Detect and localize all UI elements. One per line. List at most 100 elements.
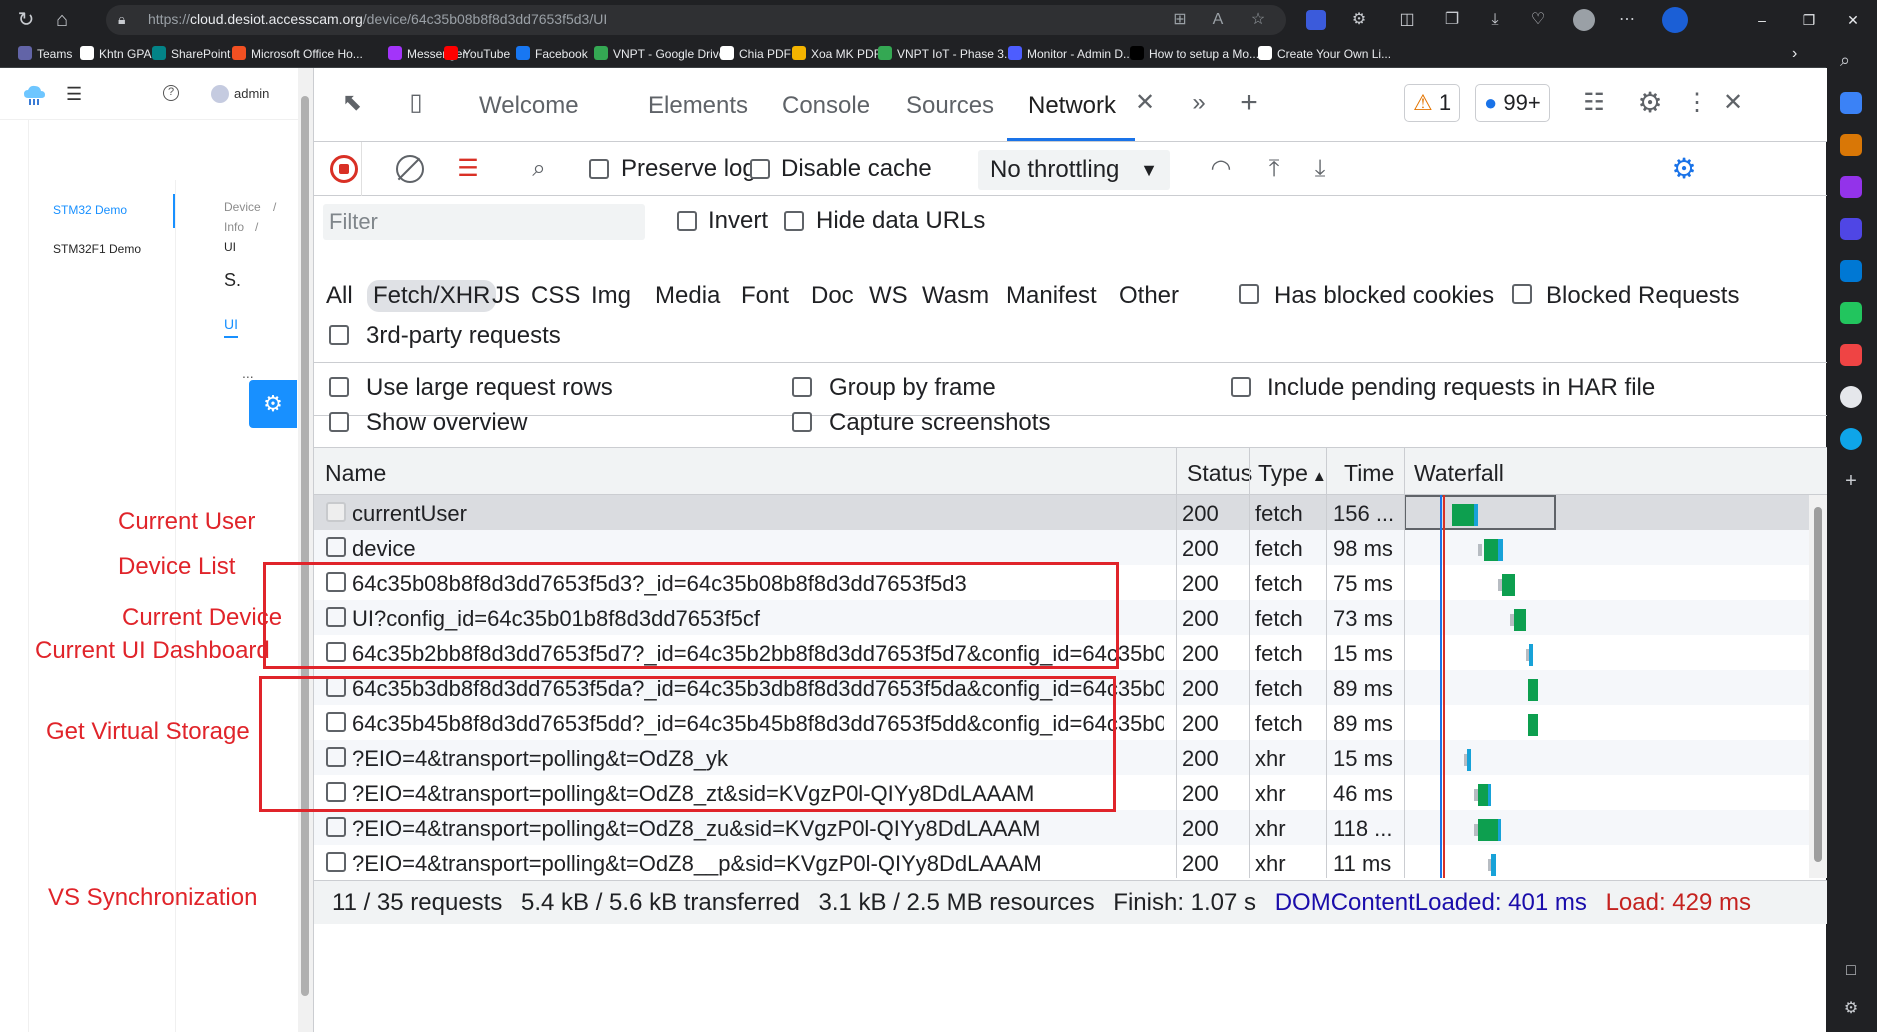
filter-type-doc[interactable]: Doc (811, 282, 854, 310)
user-name[interactable]: admin (234, 86, 269, 101)
bookmark-item[interactable]: How to setup a Mo... (1130, 45, 1259, 63)
downloads-icon[interactable]: ⤓ (1482, 7, 1508, 33)
minimize-icon[interactable]: – (1747, 8, 1777, 32)
tab-network[interactable]: Network (1028, 92, 1116, 120)
record-stop-button[interactable] (330, 155, 358, 183)
profile-avatar-icon[interactable] (1573, 9, 1595, 31)
performance-icon[interactable]: ♡ (1525, 7, 1551, 33)
restore-icon[interactable]: ❐ (1794, 8, 1824, 32)
inspect-element-icon[interactable]: ⬉ (334, 88, 370, 118)
more-menu-icon[interactable]: ⋯ (1614, 7, 1640, 33)
close-window-icon[interactable]: ✕ (1838, 8, 1868, 32)
bing-copilot-icon[interactable] (1662, 7, 1688, 33)
bookmark-item[interactable]: YouTube (444, 45, 510, 63)
large-rows-checkbox[interactable] (329, 377, 349, 397)
row-checkbox[interactable] (326, 852, 346, 872)
request-name[interactable]: ?EIO=4&transport=polling&t=OdZ8_zu&sid=K… (352, 816, 1164, 842)
hide-data-urls-checkbox[interactable] (784, 211, 804, 231)
row-checkbox[interactable] (326, 502, 346, 522)
column-header-waterfall[interactable]: Waterfall (1414, 460, 1504, 487)
bookmark-item[interactable]: Teams (18, 45, 72, 63)
more-options[interactable]: ... (242, 365, 254, 381)
filter-input[interactable] (323, 204, 645, 240)
export-har-icon[interactable]: ⤓ (1305, 154, 1335, 184)
menu-toggle-icon[interactable]: ☰ (66, 84, 82, 105)
edge-dev-icon[interactable] (1840, 428, 1862, 450)
requests-scrollbar-thumb[interactable] (1814, 507, 1822, 862)
bookmark-item[interactable]: Chia PDF (720, 45, 791, 63)
table-row[interactable]: ?EIO=4&transport=polling&t=OdZ8__p&sid=K… (314, 845, 1809, 880)
github-icon[interactable] (1840, 386, 1862, 408)
feedback-icon[interactable]: ☷ (1576, 88, 1612, 118)
column-header-type[interactable]: Type ▲ (1258, 460, 1327, 487)
sidebar-settings-icon[interactable]: ⚙ (1840, 998, 1862, 1020)
add-tab-icon[interactable]: + (1234, 88, 1264, 118)
bookmark-item[interactable]: SharePoint (152, 45, 230, 63)
bookmarks-overflow-icon[interactable]: › (1792, 45, 1797, 63)
bookmark-item[interactable]: VNPT - Google Drive (594, 45, 725, 63)
filter-type-font[interactable]: Font (741, 282, 789, 310)
bookmark-item[interactable]: Monitor - Admin D... (1008, 45, 1133, 63)
tab-ui[interactable]: UI (224, 316, 238, 338)
table-row[interactable]: currentUser 200 fetch 156 ... (314, 495, 1809, 530)
tools-icon[interactable] (1840, 134, 1862, 156)
split-screen-icon[interactable]: ◫ (1394, 7, 1420, 33)
filter-type-js[interactable]: JS (492, 282, 520, 310)
clear-log-button[interactable] (396, 155, 424, 183)
show-overview-checkbox[interactable] (329, 412, 349, 432)
drop-icon[interactable] (1840, 302, 1862, 324)
filter-type-media[interactable]: Media (655, 282, 720, 310)
tab-console[interactable]: Console (782, 92, 870, 120)
filter-type-fetch-xhr[interactable]: Fetch/XHR (367, 280, 497, 312)
filter-type-wasm[interactable]: Wasm (922, 282, 989, 310)
favorite-star-icon[interactable]: ☆ (1246, 8, 1270, 32)
filter-type-img[interactable]: Img (591, 282, 631, 310)
filter-type-css[interactable]: CSS (531, 282, 580, 310)
microsoft365-icon[interactable] (1840, 218, 1862, 240)
bookmark-item[interactable]: Xoa MK PDF (792, 45, 881, 63)
search-icon[interactable]: ⌕ (1840, 50, 1862, 72)
user-avatar[interactable] (211, 85, 229, 103)
warnings-badge[interactable]: ⚠ 1 (1404, 84, 1461, 122)
disable-cache-checkbox[interactable] (750, 159, 770, 179)
read-aloud-icon[interactable]: A (1206, 8, 1230, 32)
column-header-time[interactable]: Time (1344, 460, 1394, 487)
app-available-icon[interactable]: ⊞ (1168, 8, 1192, 32)
third-party-checkbox[interactable] (329, 325, 349, 345)
messages-badge[interactable]: ● 99+ (1475, 84, 1550, 122)
filter-type-other[interactable]: Other (1119, 282, 1179, 310)
search-icon[interactable]: ⌕ (524, 154, 554, 184)
filter-type-ws[interactable]: WS (869, 282, 908, 310)
include-pending-checkbox[interactable] (1231, 377, 1251, 397)
help-icon[interactable]: ? (163, 85, 179, 101)
games-icon[interactable] (1840, 176, 1862, 198)
toolbox-icon[interactable] (1840, 344, 1862, 366)
shopping-icon[interactable] (1840, 92, 1862, 114)
bookmark-item[interactable]: VNPT IoT - Phase 3... (878, 45, 1014, 63)
device-item-stm32-demo[interactable]: STM32 Demo (53, 203, 127, 217)
collections-icon[interactable]: ❐ (1439, 7, 1465, 33)
page-scrollbar[interactable] (298, 68, 313, 1032)
request-name[interactable]: currentUser (352, 501, 1164, 527)
customize-menu-icon[interactable]: ⋮ (1682, 88, 1712, 118)
requests-scrollbar[interactable] (1809, 495, 1827, 878)
filter-type-all[interactable]: All (326, 282, 353, 310)
request-name[interactable]: ?EIO=4&transport=polling&t=OdZ8__p&sid=K… (352, 851, 1164, 877)
invert-checkbox[interactable] (677, 211, 697, 231)
close-network-tab-icon[interactable]: ✕ (1132, 88, 1158, 118)
hide-sidebar-icon[interactable]: □ (1840, 960, 1862, 982)
column-header-name[interactable]: Name (325, 460, 386, 487)
bookmark-item[interactable]: Khtn GPA (80, 45, 151, 63)
device-emulation-icon[interactable]: ▯ (398, 88, 434, 118)
device-item-stm32f1-demo[interactable]: STM32F1 Demo (53, 242, 141, 256)
extensions-icon[interactable]: ⚙ (1346, 7, 1372, 33)
table-row[interactable]: device 200 fetch 98 ms (314, 530, 1809, 565)
bookmark-item[interactable]: Facebook (516, 45, 588, 63)
filter-type-manifest[interactable]: Manifest (1006, 282, 1097, 310)
throttling-select[interactable]: No throttling ▼ (978, 150, 1170, 190)
address-bar[interactable]: 🔒︎ https://cloud.desiot.accesscam.org/de… (106, 5, 1286, 35)
breadcrumb-device[interactable]: Device (224, 200, 261, 214)
preserve-log-checkbox[interactable] (589, 159, 609, 179)
column-header-status[interactable]: Status (1187, 460, 1252, 487)
row-checkbox[interactable] (326, 537, 346, 557)
